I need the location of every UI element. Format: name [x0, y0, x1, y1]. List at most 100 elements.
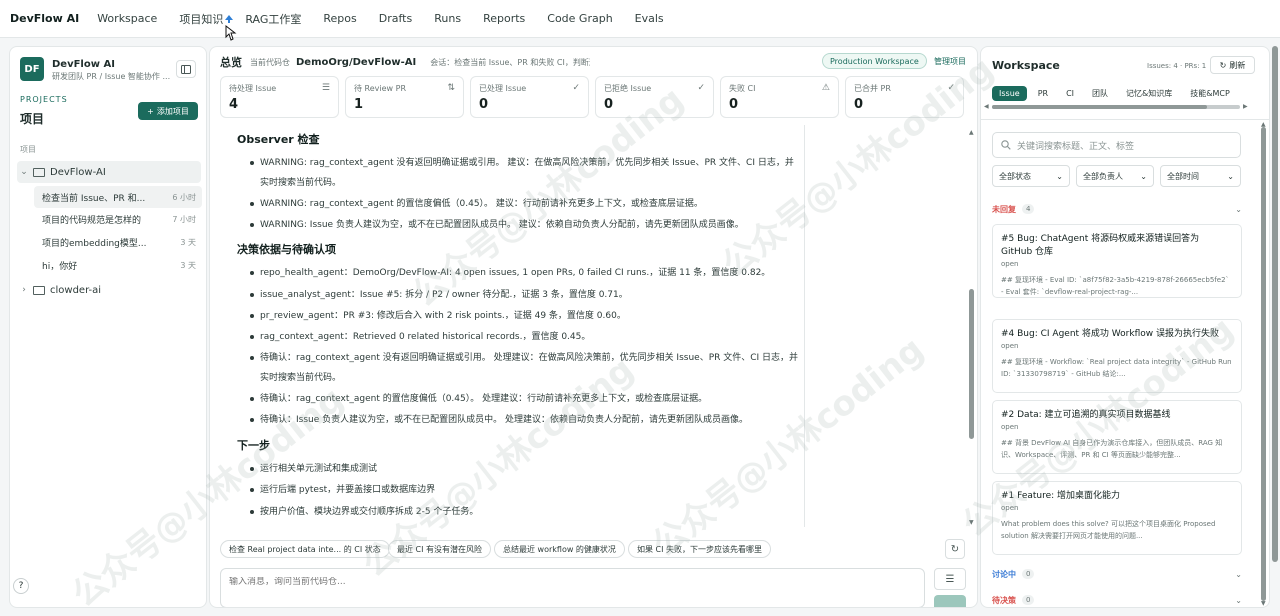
current-repo[interactable]: DemoOrg/DevFlow-AI — [296, 57, 416, 68]
stat-card-failed-ci[interactable]: 失败 CI ⚠ 0 — [720, 76, 839, 118]
tab-ci[interactable]: CI — [1059, 86, 1081, 101]
content-scrollbar[interactable]: ▲ ▼ — [969, 129, 975, 527]
issue-card[interactable]: #5 Bug: ChatAgent 将源码权威来源错误回答为 GitHub 仓库… — [992, 224, 1242, 298]
tab-skills-mcp[interactable]: 技能&MCP — [1183, 85, 1237, 102]
collapse-sidebar-button[interactable] — [176, 60, 196, 78]
issue-title: #2 Data: 建立可追溯的真实项目数据基线 — [1001, 410, 1171, 420]
issue-card[interactable]: #1 Feature: 增加桌面化能力 open What problem do… — [992, 481, 1242, 555]
nav-drafts[interactable]: Drafts — [379, 12, 412, 25]
chevron-down-icon: ⌄ — [1235, 569, 1242, 579]
issue-card[interactable]: #2 Data: 建立可追溯的真实项目数据基线 open ## 背景 DevFl… — [992, 400, 1242, 474]
scroll-left-icon[interactable]: ◀ — [984, 103, 989, 110]
conversation-title: 项目的代码规范是怎样的 — [42, 215, 142, 226]
help-button[interactable]: ? — [13, 578, 29, 594]
scrollbar-thumb[interactable] — [969, 289, 974, 439]
brand-logo[interactable]: DevFlow AI — [10, 12, 79, 25]
search-icon — [1001, 140, 1011, 150]
stat-card-review-pr[interactable]: 待 Review PR ⇅ 1 — [345, 76, 464, 118]
workspace-badge[interactable]: Production Workspace — [822, 53, 927, 69]
issue-status: open — [1001, 260, 1019, 268]
scroll-right-icon[interactable]: ▶ — [1243, 103, 1248, 110]
assignee-filter-select[interactable]: 全部负责人 ⌄ — [1076, 165, 1154, 187]
add-project-label: 添加项目 — [156, 106, 189, 116]
list-item: pr_review_agent：PR #3: 修改后合入 with 2 risk… — [250, 306, 800, 326]
tab-issue[interactable]: Issue — [992, 85, 1027, 101]
select-value: 全部时间 — [1167, 171, 1199, 181]
format-button[interactable]: ☰ — [934, 568, 966, 590]
tabs-scrollbar[interactable] — [992, 105, 1240, 109]
workspace-refresh-button[interactable]: ↻ 刷新 — [1210, 56, 1255, 74]
manage-projects-link[interactable]: 管理项目 — [934, 56, 966, 67]
list-item: 待确认：rag_context_agent 没有返回明确证据或引用。 处理建议：… — [250, 348, 800, 388]
conversation-item[interactable]: hi，你好 3 天 — [34, 254, 202, 276]
stat-card-rejected-issue[interactable]: 已拒绝 Issue ✓ 0 — [595, 76, 714, 118]
tree-project-devflow-ai[interactable]: ⌄ DevFlow-AI — [17, 161, 201, 183]
conversation-item[interactable]: 项目的embedding模型... 3 天 — [34, 231, 202, 253]
chat-message-content: Observer 检查 WARNING: rag_context_agent 没… — [220, 125, 805, 527]
conversation-item[interactable]: 检查当前 Issue、PR 和... 6 小时 — [34, 186, 202, 208]
issue-search-input[interactable]: 关键词搜索标题、正文、标签 — [992, 132, 1241, 158]
issue-title: #1 Feature: 增加桌面化能力 — [1001, 491, 1121, 501]
top-navbar: DevFlow AI Workspace 项目知识 RAG工作室 Repos D… — [0, 0, 1280, 38]
group-header-pending-decision[interactable]: 待决策 0 ⌄ — [992, 593, 1242, 607]
scrollbar-thumb[interactable] — [992, 105, 1207, 109]
list-item: 待确认：Issue 负责人建议为空，或不在已配置团队成员中。 处理建议：依赖自动… — [250, 410, 800, 430]
scroll-down-icon[interactable]: ▼ — [1261, 600, 1266, 607]
list-item: 待确认：rag_context_agent 的置信度偏低（0.45）。 处理建议… — [250, 389, 800, 409]
nav-runs[interactable]: Runs — [434, 12, 461, 25]
conversation-time: 6 小时 — [172, 192, 196, 202]
folder-icon — [33, 285, 45, 295]
scroll-down-icon[interactable]: ▼ — [969, 519, 974, 526]
nav-project-knowledge[interactable]: 项目知识 — [179, 11, 223, 27]
filter-icon: ☰ — [321, 83, 330, 93]
nav-reports[interactable]: Reports — [483, 12, 525, 25]
nav-repos[interactable]: Repos — [323, 12, 356, 25]
chat-input[interactable] — [229, 577, 829, 587]
tab-team[interactable]: 团队 — [1085, 85, 1115, 102]
group-name: 未回复 — [992, 204, 1016, 214]
page-scrollbar[interactable] — [1272, 46, 1278, 562]
nav-workspace[interactable]: Workspace — [97, 12, 157, 25]
suggestion-chip[interactable]: 总结最近 workflow 的健康状况 — [494, 540, 625, 558]
tab-memory-knowledge[interactable]: 记忆&知识库 — [1119, 85, 1179, 102]
group-header-discussing[interactable]: 讨论中 0 ⌄ — [992, 567, 1242, 581]
nav-rag-studio[interactable]: RAG工作室 — [245, 11, 301, 27]
scroll-up-icon[interactable]: ▲ — [969, 129, 974, 136]
status-filter-select[interactable]: 全部状态 ⌄ — [992, 165, 1070, 187]
select-value: 全部负责人 — [1083, 171, 1123, 181]
nav-evals[interactable]: Evals — [635, 12, 664, 25]
conversation-time: 3 天 — [180, 260, 196, 270]
check-circle-icon: ✓ — [572, 83, 580, 93]
suggestion-chip[interactable]: 最近 CI 有没有潜在风险 — [388, 540, 492, 558]
add-project-button[interactable]: + 添加项目 — [138, 102, 198, 120]
time-filter-select[interactable]: 全部时间 ⌄ — [1160, 165, 1241, 187]
stat-value: 0 — [729, 97, 739, 112]
mouse-cursor-icon — [225, 15, 237, 41]
group-header-unreplied[interactable]: 未回复 4 ⌄ — [992, 202, 1242, 216]
chat-input-box[interactable] — [220, 568, 925, 607]
workspace-scrollbar[interactable] — [1261, 127, 1266, 601]
tab-pr[interactable]: PR — [1031, 86, 1055, 101]
check-circle-icon: ✓ — [947, 83, 955, 93]
conversation-title: 项目的embedding模型... — [42, 238, 147, 249]
tree-project-clowder-ai[interactable]: › clowder-ai — [17, 279, 201, 301]
list-item: 运行后端 pytest，并要盖接口或数据库边界 — [250, 480, 800, 500]
send-button[interactable] — [934, 595, 966, 607]
nav-code-graph[interactable]: Code Graph — [547, 12, 612, 25]
conversation-item[interactable]: 项目的代码规范是怎样的 7 小时 — [34, 208, 202, 230]
suggestion-chip[interactable]: 检查 Real project data inte... 的 CI 状态 — [220, 540, 390, 558]
issue-card[interactable]: #4 Bug: CI Agent 将成功 Workflow 误报为执行失败 op… — [992, 319, 1242, 393]
conversation-title: hi，你好 — [42, 261, 78, 272]
issue-title: #5 Bug: ChatAgent 将源码权威来源错误回答为 GitHub 仓库 — [1001, 234, 1200, 257]
stat-card-merged-pr[interactable]: 已合并 PR ✓ 0 — [845, 76, 964, 118]
refresh-suggestions-button[interactable]: ↻ — [945, 539, 965, 559]
stat-card-pending-issue[interactable]: 待处理 Issue ☰ 4 — [220, 76, 339, 118]
refresh-icon: ↻ — [1219, 60, 1227, 70]
suggestion-chip[interactable]: 如果 CI 失败，下一步应该先看哪里 — [628, 540, 772, 558]
workspace-panel: Workspace Issues: 4 · PRs: 1 ↻ 刷新 Issue … — [980, 46, 1270, 608]
conversation-time: 3 天 — [180, 237, 196, 247]
plus-icon: + — [147, 106, 154, 116]
stat-card-handled-issue[interactable]: 已处理 Issue ✓ 0 — [470, 76, 589, 118]
app-logo: DF — [20, 57, 44, 81]
refresh-label: 刷新 — [1229, 60, 1246, 70]
